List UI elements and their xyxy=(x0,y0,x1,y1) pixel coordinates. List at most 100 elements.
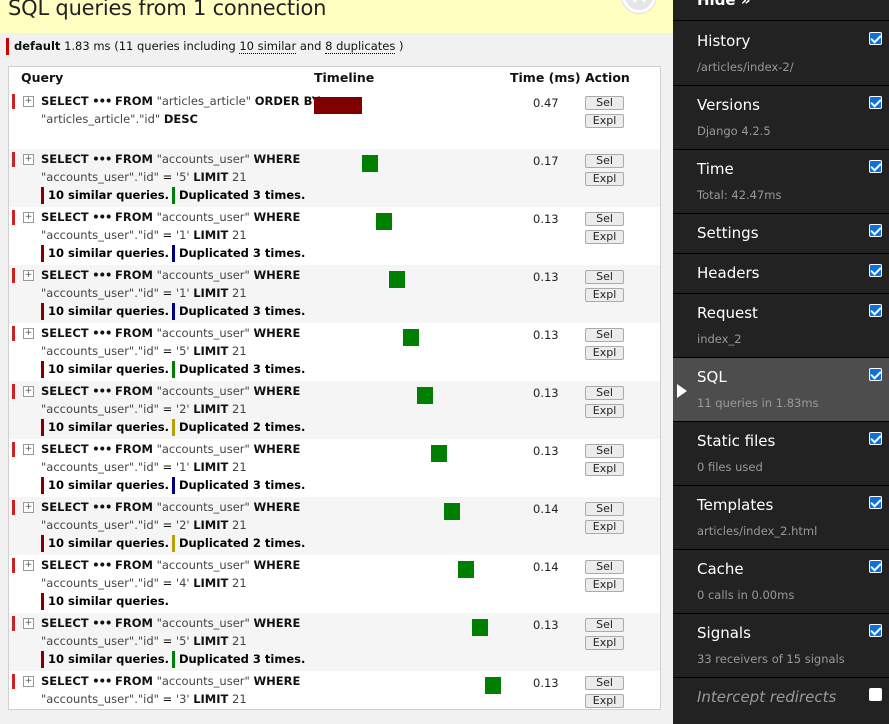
panel-title: SQL queries from 1 connection xyxy=(8,0,327,20)
ellipsis-icon[interactable]: ••• xyxy=(92,268,112,282)
expand-query-button[interactable]: + xyxy=(23,96,34,107)
panel-title: Settings xyxy=(697,224,759,242)
panel-toggle-checkbox[interactable] xyxy=(869,432,882,445)
sql-table: "accounts_user" xyxy=(156,384,250,398)
panel-toggle-checkbox[interactable] xyxy=(869,96,882,109)
select-button[interactable]: Sel xyxy=(585,618,624,632)
expand-query-button[interactable]: + xyxy=(23,270,34,281)
panel-toggle-checkbox[interactable] xyxy=(869,368,882,381)
sql-select: SELECT xyxy=(41,558,89,572)
hide-toolbar-link[interactable]: Hide » xyxy=(697,0,751,9)
select-button[interactable]: Sel xyxy=(585,560,624,574)
explain-button[interactable]: Expl xyxy=(585,520,624,534)
table-row: + SELECT ••• FROM "accounts_user" WHERE "a… xyxy=(9,265,660,323)
panel-subtitle: Django 4.2.5 xyxy=(697,124,771,138)
expand-query-button[interactable]: + xyxy=(23,386,34,397)
panel-toggle-checkbox[interactable] xyxy=(869,560,882,573)
sql-clause: WHERE xyxy=(253,326,301,340)
ellipsis-icon[interactable]: ••• xyxy=(92,616,112,630)
sql-clause: WHERE xyxy=(253,210,301,224)
sql-line-1: SELECT ••• FROM "accounts_user" WHERE xyxy=(41,325,300,341)
ellipsis-icon[interactable]: ••• xyxy=(92,152,112,166)
expand-query-button[interactable]: + xyxy=(23,328,34,339)
sql-table: "accounts_user" xyxy=(156,152,250,166)
sql-tail: DESC xyxy=(163,112,198,126)
select-button[interactable]: Sel xyxy=(585,212,624,226)
panel-item-signals[interactable]: Signals 33 receivers of 15 signals xyxy=(673,614,889,678)
select-button[interactable]: Sel xyxy=(585,444,624,458)
panel-title: Templates xyxy=(697,496,774,514)
timeline-bar xyxy=(444,503,461,520)
select-button[interactable]: Sel xyxy=(585,96,624,110)
similar-info: 10 similar queries. Duplicated 3 times. xyxy=(41,187,308,204)
explain-button[interactable]: Expl xyxy=(585,636,624,650)
panel-toggle-checkbox[interactable] xyxy=(869,224,882,237)
panel-item-templates[interactable]: Templates articles/index_2.html xyxy=(673,486,889,550)
explain-button[interactable]: Expl xyxy=(585,462,624,476)
explain-button[interactable]: Expl xyxy=(585,114,624,128)
explain-button[interactable]: Expl xyxy=(585,172,624,186)
panel-toggle-checkbox[interactable] xyxy=(869,624,882,637)
sql-cond-val: '3' xyxy=(175,692,190,706)
select-button[interactable]: Sel xyxy=(585,502,624,516)
expand-query-button[interactable]: + xyxy=(23,212,34,223)
ellipsis-icon[interactable]: ••• xyxy=(92,442,112,456)
ellipsis-icon[interactable]: ••• xyxy=(92,210,112,224)
explain-button[interactable]: Expl xyxy=(585,694,624,708)
sql-tail-val: 21 xyxy=(232,286,247,300)
timeline-bar xyxy=(485,677,502,694)
panel-item-headers[interactable]: Headers xyxy=(673,254,889,294)
sql-cond-val: '4' xyxy=(175,576,190,590)
sql-marker xyxy=(12,152,15,167)
panel-item-versions[interactable]: Versions Django 4.2.5 xyxy=(673,86,889,150)
expand-query-button[interactable]: + xyxy=(23,154,34,165)
panel-toggle-checkbox[interactable] xyxy=(869,160,882,173)
expand-query-button[interactable]: + xyxy=(23,676,34,687)
expand-query-button[interactable]: + xyxy=(23,618,34,629)
sql-select: SELECT xyxy=(41,152,89,166)
panel-item-static-files[interactable]: Static files 0 files used xyxy=(673,422,889,486)
expand-query-button[interactable]: + xyxy=(23,560,34,571)
explain-button[interactable]: Expl xyxy=(585,346,624,360)
explain-button[interactable]: Expl xyxy=(585,288,624,302)
select-button[interactable]: Sel xyxy=(585,676,624,690)
ellipsis-icon[interactable]: ••• xyxy=(92,94,112,108)
ellipsis-icon[interactable]: ••• xyxy=(92,326,112,340)
panel-item-history[interactable]: History/articles/index-2/ xyxy=(673,22,889,86)
select-button[interactable]: Sel xyxy=(585,154,624,168)
sql-tail-val: 21 xyxy=(232,692,247,706)
explain-button[interactable]: Expl xyxy=(585,230,624,244)
expand-query-button[interactable]: + xyxy=(23,444,34,455)
sql-line-2: "accounts_user"."id" = '1' LIMIT 21 xyxy=(41,227,247,243)
sql-from: FROM xyxy=(114,210,153,224)
panel-toggle-checkbox[interactable] xyxy=(869,304,882,317)
panel-item-cache[interactable]: Cache 0 calls in 0.00ms xyxy=(673,550,889,614)
table-row: + SELECT ••• FROM "accounts_user" WHERE "a… xyxy=(9,555,660,613)
ellipsis-icon[interactable]: ••• xyxy=(92,558,112,572)
ellipsis-icon[interactable]: ••• xyxy=(92,384,112,398)
explain-button[interactable]: Expl xyxy=(585,578,624,592)
select-button[interactable]: Sel xyxy=(585,270,624,284)
intercept-redirects-checkbox[interactable] xyxy=(869,688,882,701)
panel-toggle-checkbox[interactable] xyxy=(869,264,882,277)
expand-query-button[interactable]: + xyxy=(23,502,34,513)
sql-line-1: SELECT ••• FROM "accounts_user" WHERE xyxy=(41,615,300,631)
panel-item-request[interactable]: Request index_2 xyxy=(673,294,889,358)
select-button[interactable]: Sel xyxy=(585,328,624,342)
sql-tail: LIMIT xyxy=(193,576,229,590)
timeline-bar xyxy=(389,271,406,288)
explain-button[interactable]: Expl xyxy=(585,404,624,418)
panel-toggle-checkbox[interactable] xyxy=(869,32,882,45)
panel-item-sql[interactable]: SQL 11 queries in 1.83ms xyxy=(673,358,889,422)
ellipsis-icon[interactable]: ••• xyxy=(92,674,112,688)
select-button[interactable]: Sel xyxy=(585,386,624,400)
ellipsis-icon[interactable]: ••• xyxy=(92,500,112,514)
close-icon[interactable] xyxy=(622,0,656,13)
similar-queries-tag: 10 similar queries. xyxy=(41,245,169,262)
panel-item-time[interactable]: Time Total: 42.47ms xyxy=(673,150,889,214)
panel-subtitle: Total: 42.47ms xyxy=(697,188,782,202)
table-row: + SELECT ••• FROM "accounts_user" WHERE "a… xyxy=(9,207,660,265)
sql-select: SELECT xyxy=(41,210,89,224)
panel-item-settings[interactable]: Settings xyxy=(673,214,889,254)
panel-toggle-checkbox[interactable] xyxy=(869,496,882,509)
